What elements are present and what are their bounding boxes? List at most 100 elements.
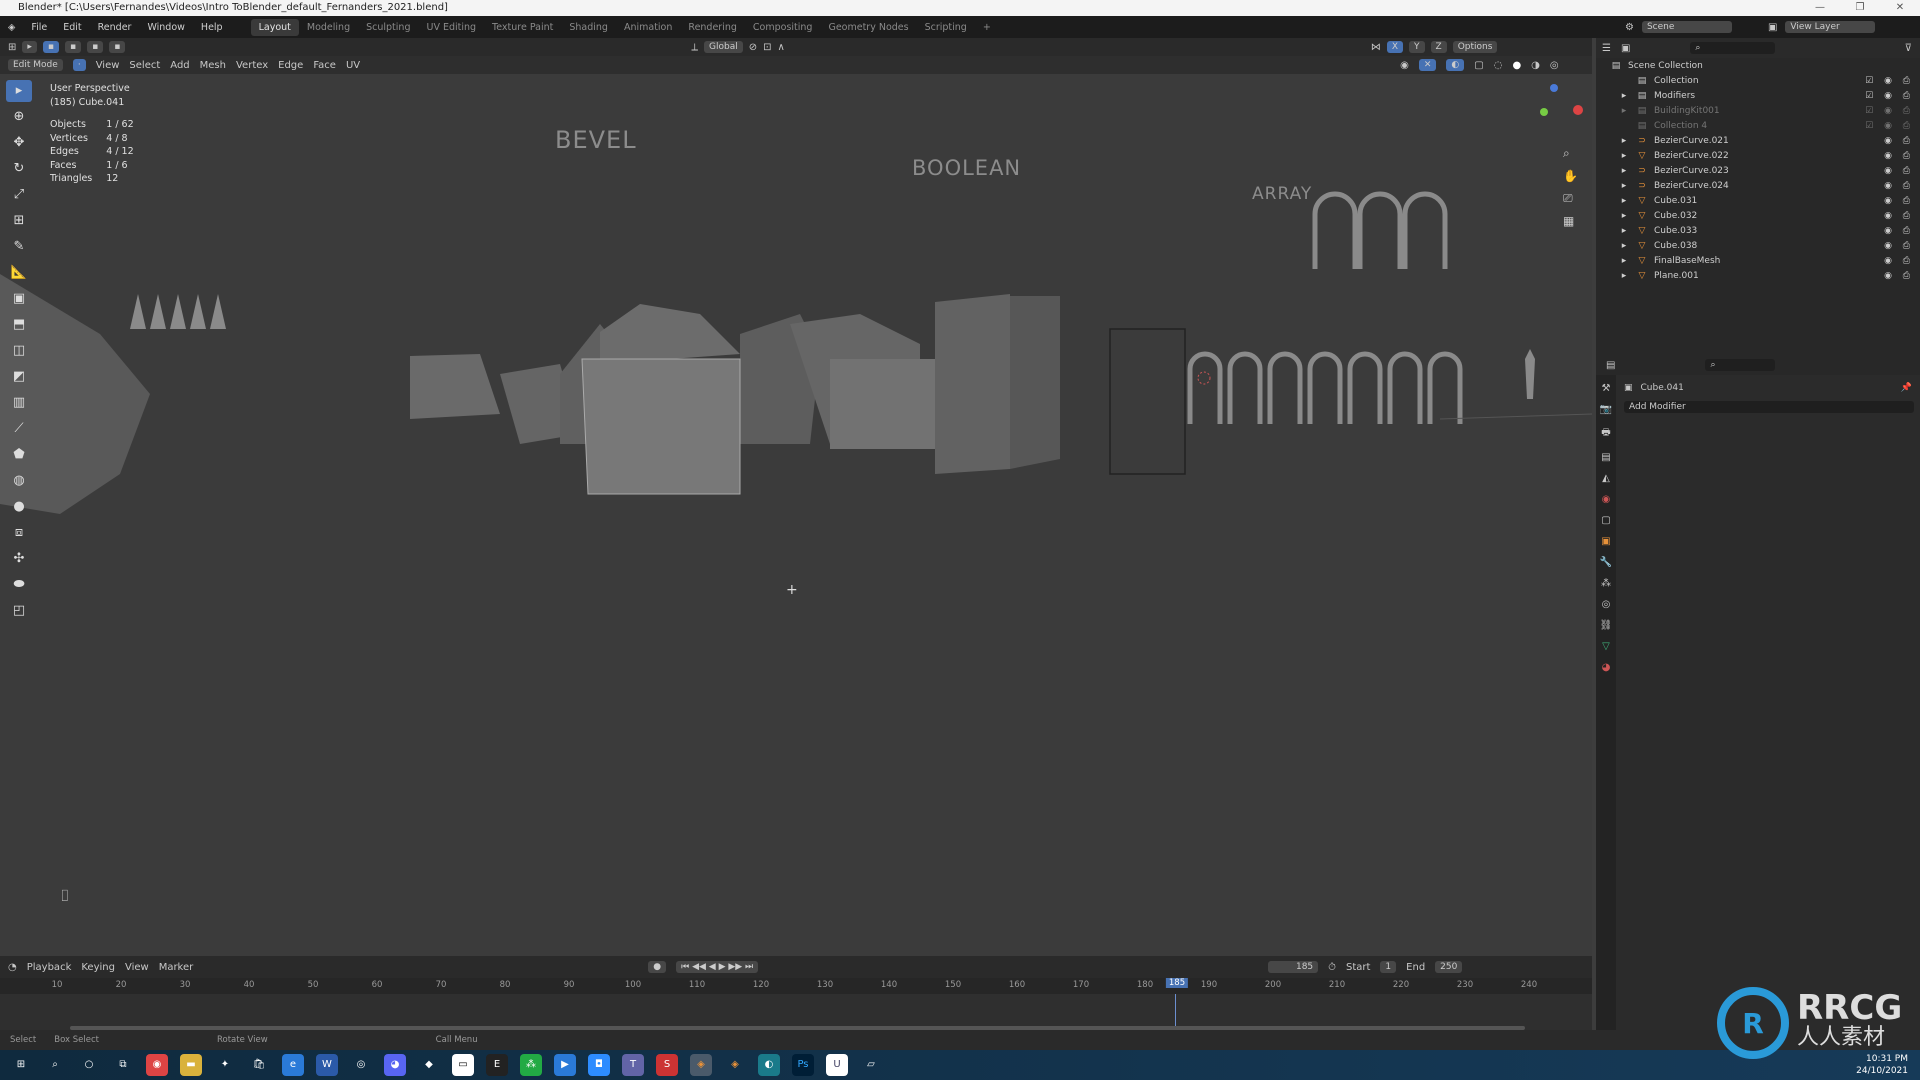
- visibility-toggles[interactable]: ◉ ⎙: [1884, 271, 1914, 281]
- menu-view[interactable]: View: [96, 60, 120, 71]
- visibility-toggles[interactable]: ☑ ◉ ⎙: [1865, 76, 1914, 86]
- rotate-tool[interactable]: ↻: [6, 158, 32, 180]
- outliner-item[interactable]: ▸ ▽ Cube.033 ◉ ⎙: [1596, 223, 1920, 238]
- task-view-icon[interactable]: ⧉: [112, 1054, 134, 1076]
- editor-type-icon[interactable]: ⊞: [8, 42, 16, 53]
- stopwatch-icon[interactable]: ⏱: [1328, 962, 1336, 973]
- expand-arrow-icon[interactable]: ▸: [1618, 136, 1630, 146]
- outliner-item[interactable]: ▸ ⊃ BezierCurve.021 ◉ ⎙: [1596, 133, 1920, 148]
- tab-shading[interactable]: Shading: [561, 19, 616, 36]
- timeline-editor-icon[interactable]: ◔: [8, 962, 17, 973]
- app-icon-4[interactable]: ▶: [554, 1054, 576, 1076]
- visibility-toggles[interactable]: ☑ ◉ ⎙: [1865, 91, 1914, 101]
- grid-icon[interactable]: ▦: [1563, 214, 1578, 228]
- material-tab-icon[interactable]: ◕: [1602, 662, 1611, 673]
- zoom-app-icon[interactable]: ◘: [588, 1054, 610, 1076]
- shrink-fatten-tool[interactable]: ✣: [6, 548, 32, 570]
- overlay-toggle[interactable]: ◐: [1446, 59, 1465, 71]
- 3d-viewport[interactable]: + BEVEL BOOLEAN ARRAY ⌕ ✋ ⎚ ▦ ⌷: [0, 74, 1592, 956]
- bevel-tool[interactable]: ◩: [6, 366, 32, 388]
- obs-icon[interactable]: ◎: [350, 1054, 372, 1076]
- modifier-tab-icon[interactable]: 🔧: [1600, 557, 1612, 568]
- expand-arrow-icon[interactable]: ▸: [1618, 91, 1630, 101]
- smooth-tool[interactable]: ●: [6, 496, 32, 518]
- knife-tool[interactable]: ⟋: [6, 418, 32, 440]
- file-explorer-icon[interactable]: ▬: [180, 1054, 202, 1076]
- outliner-item[interactable]: ▸ ▽ FinalBaseMesh ◉ ⎙: [1596, 253, 1920, 268]
- menu-keying[interactable]: Keying: [81, 962, 115, 973]
- menu-mesh[interactable]: Mesh: [200, 60, 226, 71]
- rip-tool[interactable]: ◰: [6, 600, 32, 622]
- tab-sculpting[interactable]: Sculpting: [358, 19, 418, 36]
- properties-search-input[interactable]: ⌕: [1705, 359, 1776, 371]
- select-mode-extend-button[interactable]: ▪: [65, 41, 82, 53]
- menu-timeline-view[interactable]: View: [125, 962, 149, 973]
- app-icon-3[interactable]: ⁂: [520, 1054, 542, 1076]
- playback-controls[interactable]: ⏮ ◀◀ ◀ ▶ ▶▶ ⏭: [676, 961, 759, 973]
- app-icon[interactable]: ✦: [214, 1054, 236, 1076]
- xray-toggle[interactable]: ▢: [1474, 60, 1483, 71]
- add-workspace-button[interactable]: +: [975, 19, 999, 36]
- maximize-button[interactable]: ❐: [1840, 0, 1880, 16]
- annotate-tool[interactable]: ✎: [6, 236, 32, 258]
- tool-tab-icon[interactable]: ⚒: [1602, 383, 1611, 394]
- tab-compositing[interactable]: Compositing: [745, 19, 821, 36]
- extrude-tool[interactable]: ⬒: [6, 314, 32, 336]
- expand-arrow-icon[interactable]: ▸: [1618, 151, 1630, 161]
- camera-icon[interactable]: ⎚: [1563, 191, 1578, 206]
- scene-icon[interactable]: ⚙: [1625, 22, 1634, 33]
- object-tab-icon[interactable]: ▣: [1601, 536, 1610, 547]
- mirror-x-toggle[interactable]: X: [1386, 41, 1404, 53]
- start-frame-field[interactable]: 1: [1380, 961, 1397, 973]
- constraints-tab-icon[interactable]: ⛓: [1600, 620, 1613, 631]
- orientation-dropdown[interactable]: Global: [704, 41, 743, 53]
- outliner-item[interactable]: ▸ ▽ Plane.001 ◉ ⎙: [1596, 268, 1920, 283]
- pivot-icon[interactable]: ⊘: [749, 42, 757, 53]
- visibility-toggles[interactable]: ◉ ⎙: [1884, 256, 1914, 266]
- menu-vertex[interactable]: Vertex: [236, 60, 268, 71]
- outliner-item[interactable]: ▸ ▽ Cube.031 ◉ ⎙: [1596, 193, 1920, 208]
- visibility-toggles[interactable]: ◉ ⎙: [1884, 226, 1914, 236]
- photoshop-icon[interactable]: Ps: [792, 1054, 814, 1076]
- poly-build-tool[interactable]: ⬟: [6, 444, 32, 466]
- menu-marker[interactable]: Marker: [159, 962, 194, 973]
- shading-material[interactable]: ◑: [1531, 60, 1540, 71]
- oculus-icon[interactable]: ▭: [452, 1054, 474, 1076]
- app-icon-5[interactable]: S: [656, 1054, 678, 1076]
- edge-icon[interactable]: e: [282, 1054, 304, 1076]
- inset-tool[interactable]: ◫: [6, 340, 32, 362]
- menu-face[interactable]: Face: [313, 60, 336, 71]
- vertex-select-mode[interactable]: ·: [72, 59, 86, 71]
- outliner-item[interactable]: ▸ ▽ Cube.038 ◉ ⎙: [1596, 238, 1920, 253]
- tab-modeling[interactable]: Modeling: [299, 19, 358, 36]
- app-icon-7[interactable]: U: [826, 1054, 848, 1076]
- blender-logo-icon[interactable]: ◈: [0, 22, 23, 33]
- shading-solid[interactable]: ●: [1512, 60, 1521, 71]
- visibility-toggles[interactable]: ◉ ⎙: [1884, 151, 1914, 161]
- word-icon[interactable]: W: [316, 1054, 338, 1076]
- menu-edit[interactable]: Edit: [55, 22, 89, 33]
- tab-uv-editing[interactable]: UV Editing: [418, 19, 484, 36]
- menu-help[interactable]: Help: [193, 22, 231, 33]
- properties-editor-icon[interactable]: ▤: [1606, 360, 1615, 371]
- expand-arrow-icon[interactable]: ▸: [1618, 256, 1630, 266]
- app-icon-2[interactable]: ◆: [418, 1054, 440, 1076]
- pan-hand-icon[interactable]: ✋: [1563, 169, 1578, 183]
- epic-games-icon[interactable]: E: [486, 1054, 508, 1076]
- data-tab-icon[interactable]: ▽: [1602, 641, 1610, 652]
- expand-arrow-icon[interactable]: ▸: [1618, 211, 1630, 221]
- shading-wireframe[interactable]: ◌: [1494, 60, 1503, 71]
- outliner-item[interactable]: ▤ Collection ☑ ◉ ⎙: [1596, 73, 1920, 88]
- tab-layout[interactable]: Layout: [250, 18, 299, 36]
- cursor-tool[interactable]: ⊕: [6, 106, 32, 128]
- mirror-y-toggle[interactable]: Y: [1409, 41, 1425, 53]
- tab-geometry-nodes[interactable]: Geometry Nodes: [820, 19, 916, 36]
- view-layer-icon[interactable]: ▣: [1768, 22, 1777, 33]
- output-tab-icon[interactable]: 🖶: [1601, 425, 1610, 442]
- visibility-toggles[interactable]: ☑ ◉ ⎙: [1865, 106, 1914, 116]
- outliner-display-mode-icon[interactable]: ☰: [1602, 43, 1611, 54]
- mirror-icon[interactable]: ⋈: [1371, 42, 1381, 53]
- add-cube-tool[interactable]: ▣: [6, 288, 32, 310]
- mirror-z-toggle[interactable]: Z: [1430, 41, 1447, 53]
- outliner-filter-view-icon[interactable]: ▣: [1621, 43, 1630, 54]
